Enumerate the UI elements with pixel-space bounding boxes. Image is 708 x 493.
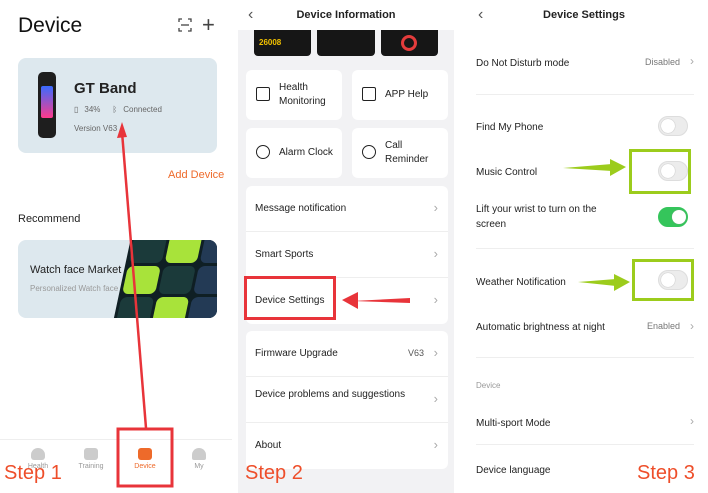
- menu-label: Firmware Upgrade: [255, 348, 338, 359]
- device-version: Version V63: [74, 124, 118, 133]
- device-card[interactable]: GT Band ▯ 34% ᛒ Connected Version V63: [18, 58, 217, 153]
- function-label: Call Reminder: [385, 140, 429, 165]
- setting-label: Do Not Disturb mode: [476, 58, 570, 69]
- run-icon: [84, 448, 98, 460]
- device-information-panel: ‹ Device Information 26008 Health Monito…: [238, 0, 454, 493]
- menu-device-problems[interactable]: Device problems and suggestions ›: [246, 377, 448, 423]
- device-panel: Device + GT Band ▯ 34% ᛒ Connected Versi…: [0, 0, 232, 493]
- watch-icon: [138, 448, 152, 460]
- function-label: APP Help: [385, 89, 429, 100]
- battery-icon: ▯: [74, 105, 79, 114]
- menu-message-notification[interactable]: Message notification ›: [246, 186, 448, 232]
- band-screen: [41, 86, 53, 118]
- chevron-right-icon: ›: [433, 246, 438, 261]
- chevron-right-icon: ›: [433, 292, 438, 307]
- watch-face-market-card[interactable]: Watch face Market Personalized Watch fac…: [18, 240, 217, 318]
- tab-device[interactable]: Device: [125, 448, 165, 470]
- app-help-button[interactable]: APP Help: [352, 70, 448, 120]
- menu-smart-sports[interactable]: Smart Sports ›: [246, 232, 448, 278]
- tab-training[interactable]: Training: [71, 448, 111, 470]
- tab-label: Training: [78, 463, 104, 470]
- header: ‹ Device Settings: [460, 0, 708, 30]
- add-icon[interactable]: +: [202, 14, 215, 36]
- function-label: Alarm Clock: [279, 147, 333, 158]
- setting-label: Device language: [476, 465, 551, 476]
- highlight-box: [244, 276, 336, 320]
- setting-lift-wrist: Lift your wrist to turn on the screen: [476, 197, 694, 249]
- chevron-right-icon: ›: [433, 345, 438, 360]
- setting-label: Music Control: [476, 167, 538, 178]
- tab-my[interactable]: My: [179, 448, 219, 470]
- call-reminder-button[interactable]: Call Reminder: [352, 128, 448, 178]
- bluetooth-icon: ᛒ: [112, 105, 118, 114]
- menu-label: Message notification: [255, 203, 347, 214]
- scan-icon[interactable]: [178, 18, 192, 32]
- setting-multi-sport-mode[interactable]: Multi-sport Mode ›: [476, 400, 694, 445]
- page-title: Device Settings: [543, 9, 625, 21]
- setting-label: Lift your wrist to turn on the screen: [476, 204, 597, 230]
- phone-icon: [362, 145, 376, 159]
- setting-value: Disabled: [644, 57, 680, 67]
- setting-label: Multi-sport Mode: [476, 418, 551, 429]
- chevron-right-icon: ›: [433, 391, 438, 406]
- user-icon: [192, 448, 206, 460]
- info-list: Firmware Upgrade V63 › Device problems a…: [246, 331, 448, 469]
- setting-label: Weather Notification: [476, 277, 566, 288]
- watch-face-thumb[interactable]: [317, 30, 375, 56]
- device-settings-panel: ‹ Device Settings Do Not Disturb mode Di…: [460, 0, 708, 493]
- function-label: Health Monitoring: [279, 82, 326, 107]
- battery-level: 34%: [84, 105, 101, 114]
- menu-label: Smart Sports: [255, 249, 314, 260]
- watch-face-preview-image: [111, 240, 217, 318]
- chevron-right-icon: ›: [690, 54, 694, 68]
- setting-value: Enabled: [646, 321, 680, 331]
- music-control-highlight: [629, 149, 691, 194]
- chevron-right-icon: ›: [433, 200, 438, 215]
- alarm-clock-button[interactable]: Alarm Clock: [246, 128, 342, 178]
- thumb-text: 26008: [259, 38, 282, 47]
- weather-notification-highlight: [632, 259, 694, 301]
- thumb-ring: [400, 35, 417, 51]
- step-3-label: Step 3: [637, 462, 695, 484]
- page-title: Device Information: [296, 9, 396, 21]
- chevron-right-icon: ›: [690, 414, 694, 428]
- tab-label: Device: [134, 463, 156, 470]
- connection-status: Connected: [123, 105, 162, 114]
- lift-wrist-toggle[interactable]: [658, 207, 688, 227]
- alarm-icon: [256, 145, 270, 159]
- setting-auto-brightness[interactable]: Automatic brightness at night Enabled ›: [476, 310, 694, 358]
- recommend-heading: Recommend: [18, 213, 81, 225]
- tab-label: My: [194, 463, 204, 470]
- menu-label: Device problems and suggestions: [255, 389, 406, 400]
- menu-label: About: [255, 440, 282, 451]
- watch-face-subtitle: Personalized Watch face: [30, 284, 119, 293]
- watch-face-title: Watch face Market: [30, 264, 122, 276]
- add-device-link[interactable]: Add Device: [168, 169, 224, 181]
- setting-do-not-disturb[interactable]: Do Not Disturb mode Disabled ›: [476, 40, 694, 95]
- device-status: ▯ 34% ᛒ Connected: [74, 105, 162, 114]
- setting-label: Automatic brightness at night: [476, 322, 605, 333]
- setting-find-my-phone: Find My Phone: [476, 110, 694, 150]
- section-header: Device: [476, 381, 501, 390]
- watch-face-thumb[interactable]: 26008: [254, 30, 312, 56]
- watch-face-thumb[interactable]: [380, 30, 438, 56]
- menu-firmware-upgrade[interactable]: Firmware Upgrade V63 ›: [246, 331, 448, 377]
- monitor-icon: [256, 87, 270, 101]
- firmware-version: V63: [407, 348, 424, 358]
- chevron-right-icon: ›: [690, 319, 694, 333]
- setting-label: Find My Phone: [476, 122, 544, 133]
- watch-face-thumbnails: 26008: [254, 30, 438, 56]
- help-icon: [362, 87, 376, 101]
- find-my-phone-toggle[interactable]: [658, 116, 688, 136]
- page-title: Device: [18, 14, 83, 37]
- header: ‹ Device Information: [238, 0, 454, 30]
- step-1-label: Step 1: [4, 462, 62, 484]
- device-name: GT Band: [74, 80, 137, 97]
- chevron-right-icon: ›: [433, 437, 438, 452]
- step-2-label: Step 2: [245, 462, 303, 484]
- health-monitoring-button[interactable]: Health Monitoring: [246, 70, 342, 120]
- heart-icon: [31, 448, 45, 460]
